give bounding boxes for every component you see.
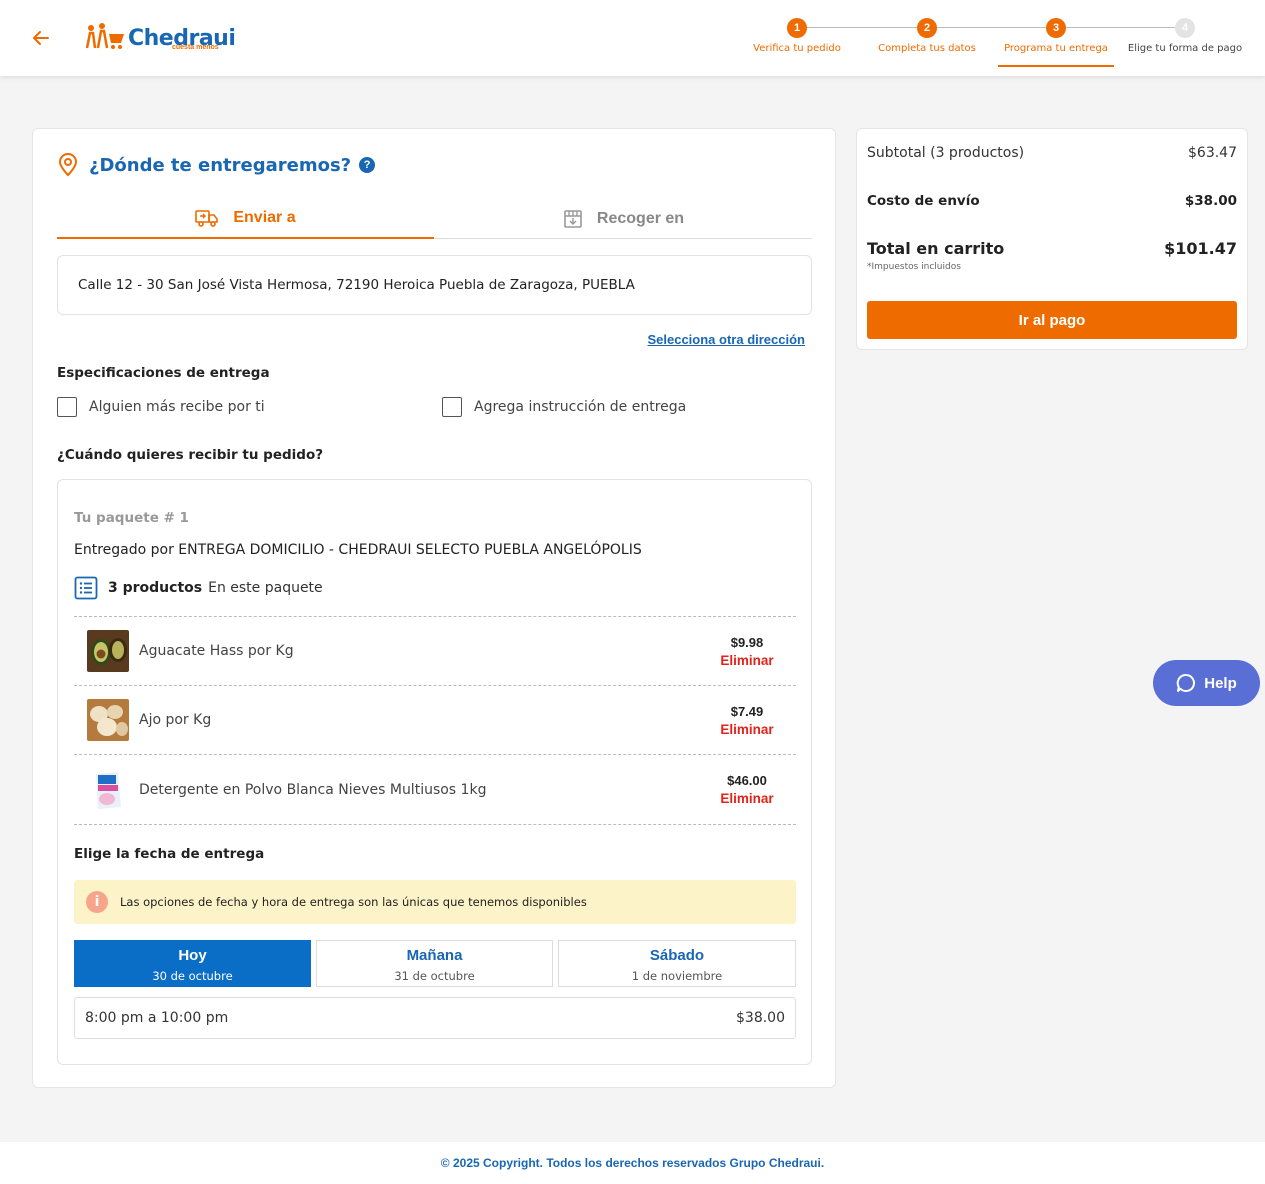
date-option-title: Sábado [649,947,705,964]
remove-item-button[interactable]: Eliminar [702,653,792,668]
step-number: 3 [1046,18,1066,38]
step-number: 4 [1175,18,1195,38]
date-option-manana[interactable]: Mañana 31 de octubre [316,940,553,987]
package-product-count: 3 productos En este paquete [74,576,323,600]
tax-note: *Impuestos incluidos [867,262,961,272]
subtotal-row: Subtotal (3 productos) $63.47 [867,145,1237,161]
location-pin-icon [58,153,78,177]
product-count-sub: En este paquete [208,580,323,596]
tab-label: Enviar a [233,209,296,226]
package-card: Tu paquete # 1 Entregado por ENTREGA DOM… [57,479,812,1065]
remove-item-button[interactable]: Eliminar [702,722,792,737]
avocado-thumbnail[interactable] [87,630,129,672]
list-item: Aguacate Hass por Kg $9.98 Eliminar [74,616,796,685]
subtotal-label: Subtotal (3 productos) [867,145,1025,161]
shipping-value: $38.00 [1184,193,1237,209]
total-row: Total en carrito $101.47 [867,239,1237,258]
checkbox-label: Agrega instrucción de entrega [474,399,687,415]
date-option-title: Mañana [406,947,463,964]
when-label: ¿Cuándo quieres recibir tu pedido? [57,447,324,463]
date-option-date: 30 de octubre [152,969,233,983]
help-chat-button[interactable]: Help [1153,660,1260,706]
top-header: Chedraui cuesta menos 1 Verifica tu pedi… [0,0,1265,76]
step-label: Verifica tu pedido [753,43,841,54]
delivery-specs-label: Especificaciones de entrega [57,365,270,381]
list-item: Detergente en Polvo Blanca Nieves Multiu… [74,754,796,825]
info-icon: i [86,891,108,913]
total-value: $101.47 [1164,239,1237,258]
garlic-thumbnail[interactable] [87,699,129,741]
package-title: Tu paquete # 1 [74,510,189,526]
step-label: Programa tu entrega [1004,43,1108,54]
store-icon [564,210,582,228]
step-1[interactable]: 1 Verifica tu pedido [732,18,862,54]
truck-icon [195,210,219,227]
product-count: 3 productos [108,580,203,596]
item-name[interactable]: Detergente en Polvo Blanca Nieves Multiu… [139,782,702,798]
subtotal-value: $63.47 [1188,145,1237,161]
help-question-icon[interactable]: ? [359,157,376,173]
package-item-list: Aguacate Hass por Kg $9.98 Eliminar Ajo … [74,616,796,825]
date-option-title: Hoy [178,947,207,964]
order-summary-card: Subtotal (3 productos) $63.47 Costo de e… [856,128,1248,350]
active-step-underline [998,65,1114,67]
chat-bubble-icon [1176,673,1196,692]
date-option-hoy[interactable]: Hoy 30 de octubre [74,940,311,987]
item-name[interactable]: Aguacate Hass por Kg [139,643,702,659]
checkbox-label: Alguien más recibe por ti [89,399,265,415]
availability-notice: i Las opciones de fecha y hora de entreg… [74,880,796,924]
step-number: 1 [787,18,807,38]
someone-else-receives-checkbox[interactable]: Alguien más recibe por ti [57,397,265,417]
date-option-date: 31 de octubre [394,969,475,983]
delivery-date-label: Elige la fecha de entrega [74,846,265,862]
remove-item-button[interactable]: Eliminar [702,791,792,806]
selected-address: Calle 12 - 30 San José Vista Hermosa, 72… [57,255,812,315]
chedraui-logo[interactable]: Chedraui cuesta menos [84,22,236,51]
step-2[interactable]: 2 Completa tus datos [862,18,992,54]
detergent-thumbnail[interactable] [87,768,129,811]
shoppers-logo-icon [85,23,124,49]
delivery-tabs: Enviar a Recoger en [57,199,812,239]
step-4: 4 Elige tu forma de pago [1120,18,1250,54]
tab-label: Recoger en [596,210,685,227]
footer-copyright: © 2025 Copyright. Todos los derechos res… [0,1142,1265,1184]
step-label: Elige tu forma de pago [1127,43,1243,54]
select-other-address-link[interactable]: Selecciona otra dirección [647,332,805,347]
help-label: Help [1204,674,1237,692]
checkbox-box[interactable] [442,397,462,417]
package-delivered-by: Entregado por ENTREGA DOMICILIO - CHEDRA… [74,542,642,558]
delivery-card: ¿Dónde te entregaremos? ? Enviar a Recog… [32,128,836,1088]
shipping-label: Costo de envío [867,193,980,209]
total-label: Total en carrito [867,239,1005,258]
shipping-row: Costo de envío $38.00 [867,193,1237,209]
date-options: Hoy 30 de octubre Mañana 31 de octubre S… [74,940,796,987]
step-3[interactable]: 3 Programa tu entrega [991,18,1121,54]
item-price: $9.98 [730,634,764,650]
go-to-payment-button[interactable]: Ir al pago [867,301,1237,339]
tab-recoger-en[interactable]: Recoger en [435,199,812,239]
step-label: Completa tus datos [878,43,976,54]
tab-enviar-a[interactable]: Enviar a [57,199,434,239]
time-slot-time: 8:00 pm a 10:00 pm [85,1010,229,1026]
time-slot-price: $38.00 [736,1010,785,1026]
list-item: Ajo por Kg $7.49 Eliminar [74,685,796,754]
delivery-title: ¿Dónde te entregaremos? [89,154,352,176]
checkbox-box[interactable] [57,397,77,417]
delivery-instruction-checkbox[interactable]: Agrega instrucción de entrega [442,397,686,417]
notice-text: Las opciones de fecha y hora de entrega … [120,895,587,909]
item-price: $7.49 [730,703,764,719]
back-arrow-icon[interactable] [30,27,52,49]
time-slot-option[interactable]: 8:00 pm a 10:00 pm $38.00 [74,997,796,1039]
list-icon [74,576,98,600]
item-name[interactable]: Ajo por Kg [139,712,702,728]
step-number: 2 [917,18,937,38]
date-option-sabado[interactable]: Sábado 1 de noviembre [558,940,796,987]
date-option-date: 1 de noviembre [631,969,723,983]
item-price: $46.00 [727,773,767,788]
logo-tagline: cuesta menos [172,44,219,51]
delivery-title-row: ¿Dónde te entregaremos? ? [57,153,376,177]
